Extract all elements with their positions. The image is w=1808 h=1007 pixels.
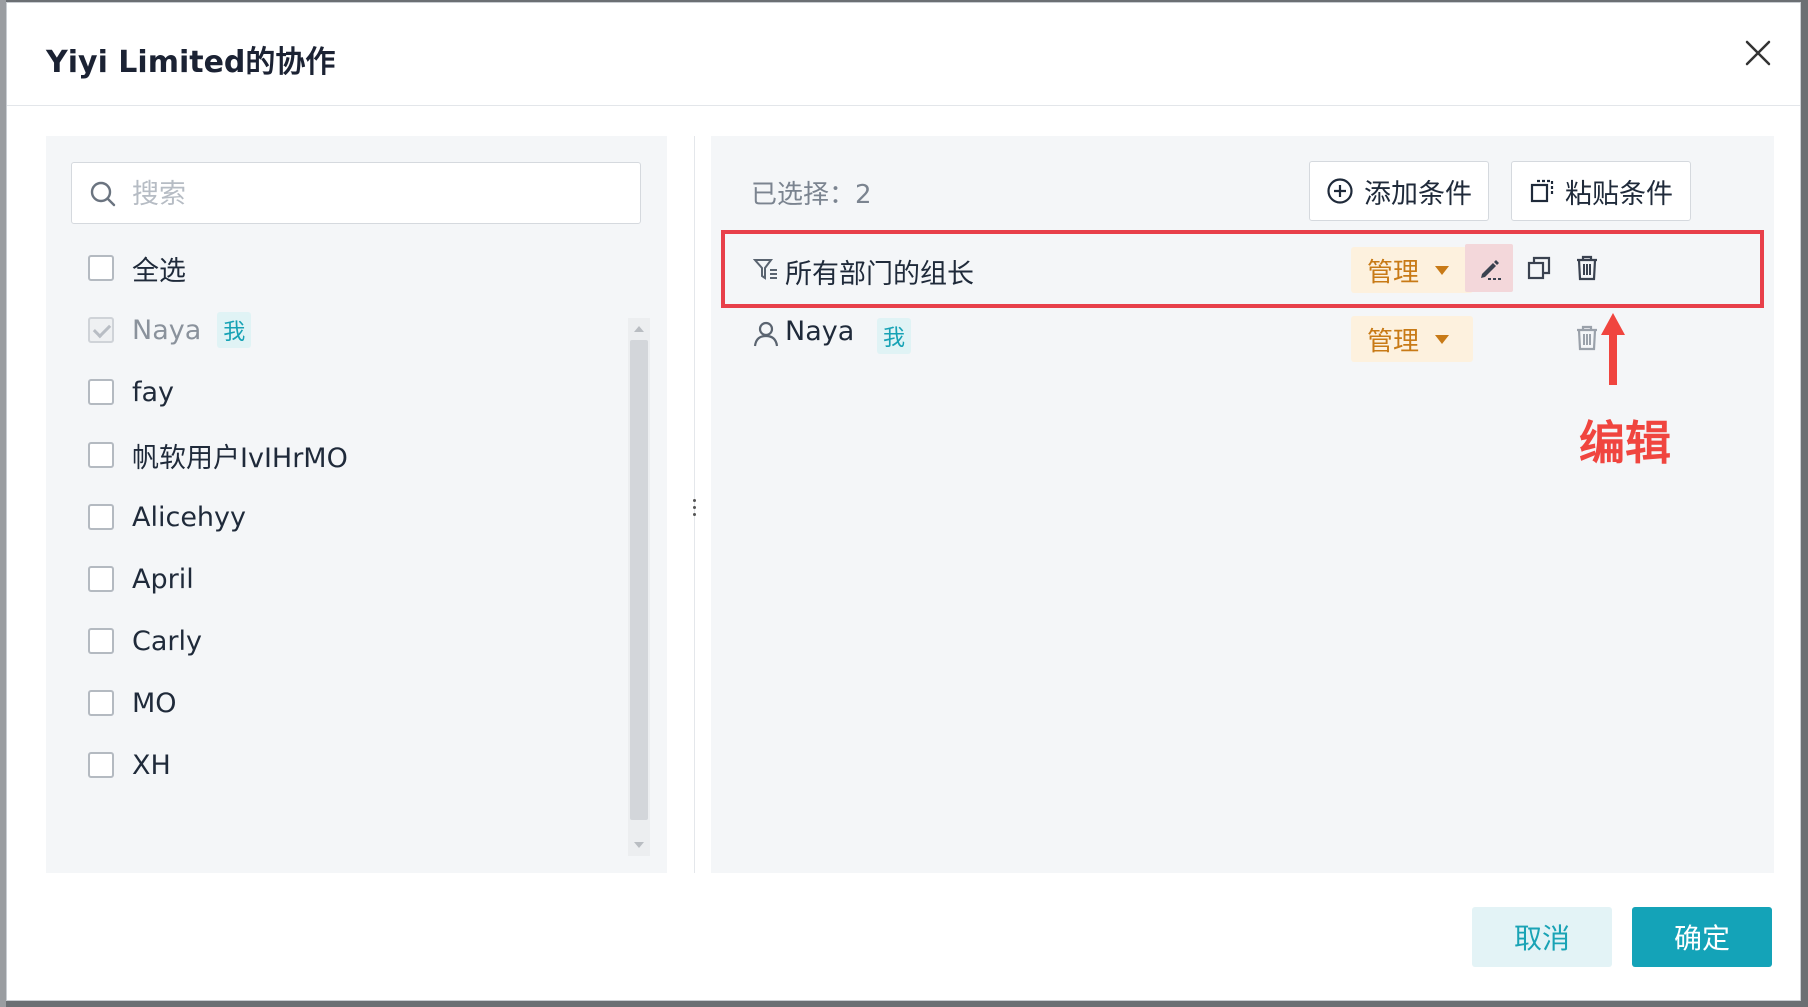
member-checkbox[interactable] — [88, 628, 114, 654]
selected-panel: 已选择：2 添加条件 粘贴条件 所有部门的组长 管理 Naya 我 管理 — [711, 136, 1774, 873]
select-all-checkbox[interactable] — [88, 255, 114, 281]
member-checkbox[interactable] — [88, 752, 114, 778]
list-item[interactable]: fay — [88, 368, 174, 416]
scroll-down-arrow-icon[interactable] — [634, 842, 644, 848]
permission-value: 管理 — [1367, 257, 1420, 288]
edit-pen-icon — [1481, 260, 1501, 280]
user-name: Naya — [785, 316, 855, 347]
add-condition-label: 添加条件 — [1364, 178, 1472, 210]
filter-icon — [753, 259, 777, 280]
annotation-arrow-icon — [1601, 313, 1625, 385]
list-item[interactable]: Carly — [88, 617, 202, 665]
permission-value: 管理 — [1367, 326, 1420, 357]
member-checkbox[interactable] — [88, 504, 114, 530]
member-list: 全选 Naya 我 fay 帆软用户IvIHrMO Alicehyy April… — [46, 231, 667, 856]
member-checkbox[interactable] — [88, 442, 114, 468]
member-name: MO — [132, 687, 177, 719]
permission-dropdown[interactable]: 管理 — [1351, 316, 1473, 362]
selected-count: 已选择：2 — [751, 180, 872, 210]
scroll-up-arrow-icon[interactable] — [634, 326, 644, 332]
select-all-label: 全选 — [132, 255, 186, 287]
member-name: Carly — [132, 625, 202, 657]
member-list-panel: 全选 Naya 我 fay 帆软用户IvIHrMO Alicehyy Ap — [46, 136, 667, 873]
member-checkbox[interactable] — [88, 690, 114, 716]
collaboration-dialog: Yiyi Limited的协作 全选 Naya 我 — [6, 2, 1801, 1001]
permission-dropdown[interactable]: 管理 — [1351, 247, 1473, 293]
member-list-scrollbar[interactable] — [628, 318, 650, 856]
member-name: fay — [132, 376, 175, 408]
member-name: XH — [132, 749, 171, 781]
member-name: Alicehyy — [132, 501, 246, 533]
paste-icon — [1530, 179, 1554, 203]
dialog-title: Yiyi Limited的协作 — [46, 45, 336, 80]
condition-label: 所有部门的组长 — [785, 259, 974, 290]
confirm-button[interactable]: 确定 — [1632, 907, 1772, 967]
edit-button[interactable] — [1465, 244, 1513, 292]
member-checkbox[interactable] — [88, 379, 114, 405]
dialog-header: Yiyi Limited的协作 — [7, 3, 1800, 106]
list-item[interactable]: April — [88, 555, 194, 603]
select-all-item[interactable]: 全选 — [88, 244, 186, 292]
trash-icon — [1577, 325, 1597, 351]
search-icon — [90, 181, 116, 207]
search-box[interactable] — [71, 162, 641, 224]
annotation-label: 编辑 — [1579, 416, 1671, 470]
paste-condition-button[interactable]: 粘贴条件 — [1511, 161, 1691, 221]
me-badge: 我 — [877, 318, 912, 354]
list-item[interactable]: MO — [88, 679, 177, 727]
list-item[interactable]: XH — [88, 741, 171, 789]
caret-down-icon — [1435, 265, 1450, 275]
search-input[interactable] — [130, 171, 624, 217]
scroll-thumb[interactable] — [630, 340, 648, 820]
resize-handle-icon[interactable] — [680, 493, 708, 521]
list-item[interactable]: Naya 我 — [88, 306, 252, 354]
plus-circle-icon — [1327, 178, 1353, 204]
paste-condition-label: 粘贴条件 — [1565, 178, 1673, 210]
member-name: 帆软用户IvIHrMO — [132, 442, 348, 474]
close-icon[interactable] — [1738, 33, 1778, 73]
member-checkbox[interactable] — [88, 317, 114, 343]
delete-button[interactable] — [1563, 244, 1611, 292]
copy-icon — [1527, 256, 1551, 280]
list-item[interactable]: 帆软用户IvIHrMO — [88, 431, 348, 479]
user-icon — [753, 321, 779, 347]
member-name: April — [132, 563, 194, 595]
me-badge: 我 — [217, 312, 252, 348]
member-checkbox[interactable] — [88, 566, 114, 592]
member-name: Naya — [132, 314, 202, 346]
add-condition-button[interactable]: 添加条件 — [1309, 161, 1489, 221]
caret-down-icon — [1435, 334, 1450, 344]
cancel-button[interactable]: 取消 — [1472, 907, 1612, 967]
copy-button[interactable] — [1515, 244, 1563, 292]
trash-icon — [1577, 255, 1597, 281]
list-item[interactable]: Alicehyy — [88, 493, 246, 541]
